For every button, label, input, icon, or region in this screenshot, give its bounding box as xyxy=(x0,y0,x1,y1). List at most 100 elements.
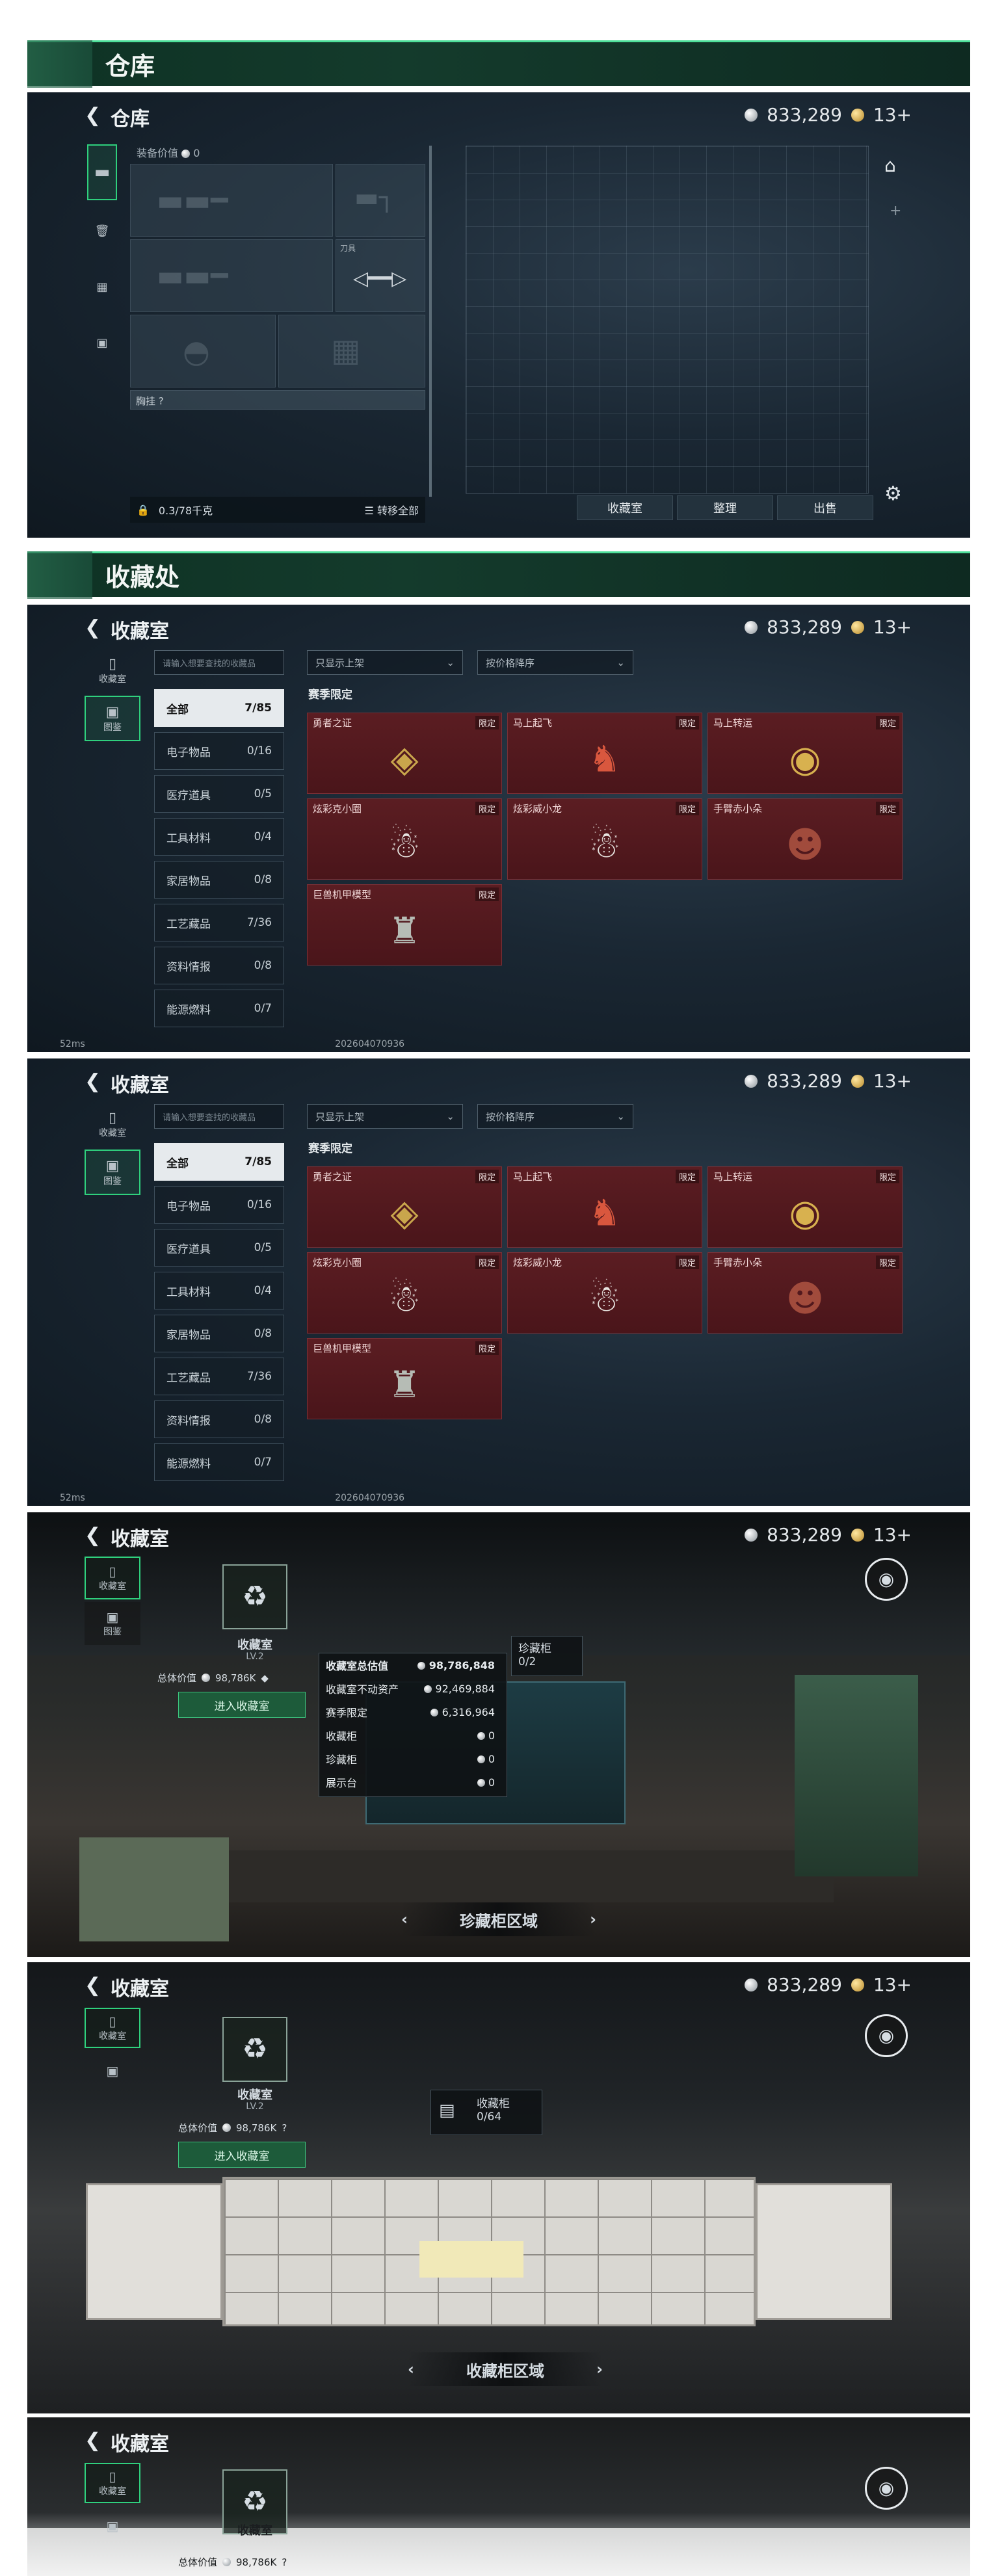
side-tab-catalog[interactable]: ▣ 图鉴 xyxy=(85,1602,140,1645)
item-card[interactable]: 巨兽机甲模型 限定 ♜ xyxy=(307,1338,502,1419)
sort-select[interactable]: 按价格降序 ⌄ xyxy=(477,650,633,675)
knife-slot[interactable]: 刀具 ◁━━▷ xyxy=(336,239,425,312)
secondary-weapon-slot[interactable]: ▬▬━ xyxy=(130,239,333,312)
section-header-warehouse: 仓库 xyxy=(27,40,970,88)
badge-icon: ◈ xyxy=(390,738,419,781)
cabinet-tooltip[interactable]: ▤ 收藏柜 0/64 xyxy=(430,2090,542,2135)
tab-bag[interactable]: ▣ xyxy=(87,315,117,371)
category-crafts[interactable]: 工艺藏品 7/36 xyxy=(154,1358,284,1395)
side-tab-catalog[interactable]: ▣ xyxy=(85,2051,140,2091)
category-count: 0/8 xyxy=(254,959,272,972)
category-energy[interactable]: 能源燃料 0/7 xyxy=(154,1443,284,1481)
filter-select-listed[interactable]: 只显示上架 ⌄ xyxy=(307,650,463,675)
category-all[interactable]: 全部 7/85 xyxy=(154,1143,284,1181)
diamond-icon[interactable]: ◆ xyxy=(261,1672,269,1684)
help-icon[interactable]: ? xyxy=(282,2122,287,2134)
category-all[interactable]: 全部 7/85 xyxy=(154,689,284,727)
item-card[interactable]: 勇者之证 限定 ◈ xyxy=(307,1166,502,1248)
tab-organize[interactable]: 整理 xyxy=(677,495,773,520)
item-card[interactable]: 巨兽机甲模型 限定 ♜ xyxy=(307,884,502,966)
tab-vest[interactable]: ▦ xyxy=(87,259,117,315)
chevron-right-icon[interactable]: › xyxy=(596,2360,603,2378)
enter-room-button[interactable]: 进入收藏室 xyxy=(178,1692,306,1718)
view-toggle-icon[interactable]: ◉ xyxy=(865,2014,908,2057)
help-icon[interactable]: ? xyxy=(282,2556,287,2568)
armor-slot[interactable]: ▦ xyxy=(278,315,425,388)
enter-room-button[interactable]: 进入收藏室 xyxy=(178,2142,306,2168)
collection-wall[interactable] xyxy=(222,2177,756,2326)
total-value-label: 总体价值 xyxy=(178,2122,218,2134)
item-card[interactable]: 炫彩克小圈 限定 ☃ xyxy=(307,798,502,880)
category-tools[interactable]: 工具材料 0/4 xyxy=(154,818,284,856)
item-card[interactable]: 手臂赤小朵 限定 ☻ xyxy=(707,798,903,880)
side-tab-room[interactable]: ▯ 收藏室 xyxy=(85,1101,140,1147)
item-card[interactable]: 炫彩克小圈 限定 ☃ xyxy=(307,1252,502,1334)
category-household[interactable]: 家居物品 0/8 xyxy=(154,861,284,899)
chest-rig-slot[interactable]: 胸挂 ? xyxy=(130,390,425,410)
item-card[interactable]: 炫彩威小龙 限定 ☃ xyxy=(507,1252,702,1334)
category-tools[interactable]: 工具材料 0/4 xyxy=(154,1272,284,1309)
safe-icon[interactable]: ⌂ xyxy=(884,155,896,176)
category-electronics[interactable]: 电子物品 0/16 xyxy=(154,1186,284,1224)
side-tab-catalog[interactable]: ▣ xyxy=(85,2506,140,2546)
pistol-slot[interactable]: ▬┐ xyxy=(336,164,425,237)
item-card[interactable]: 马上起飞 限定 ♞ xyxy=(507,1166,702,1248)
item-card[interactable]: 炫彩威小龙 限定 ☃ xyxy=(507,798,702,880)
side-tab-room[interactable]: ▯ 收藏室 xyxy=(85,2463,140,2503)
side-tab-catalog[interactable]: ▣ 图鉴 xyxy=(85,696,140,741)
item-card[interactable]: 马上转运 限定 ◉ xyxy=(707,713,903,794)
back-icon[interactable]: ❮ xyxy=(85,1524,101,1547)
sort-select[interactable]: 按价格降序 ⌄ xyxy=(477,1104,633,1129)
view-toggle-icon[interactable]: ◉ xyxy=(865,2467,908,2510)
chevron-left-icon[interactable]: ‹ xyxy=(408,2360,414,2378)
item-card[interactable]: 马上起飞 限定 ♞ xyxy=(507,713,702,794)
back-icon[interactable]: ❮ xyxy=(85,104,101,127)
back-icon[interactable]: ❮ xyxy=(85,616,101,639)
silver-amount: 833,289 xyxy=(767,616,842,638)
storage-grid[interactable] xyxy=(466,146,869,493)
chevron-right-icon[interactable]: › xyxy=(590,1910,596,1928)
room-label: 收藏室 xyxy=(237,2088,272,2102)
gold-amount: 13+ xyxy=(873,1974,912,1995)
tab-collection-room[interactable]: 收藏室 xyxy=(577,495,673,520)
back-icon[interactable]: ❮ xyxy=(85,2429,101,2452)
category-medical[interactable]: 医疗道具 0/5 xyxy=(154,1229,284,1267)
chevron-left-icon[interactable]: ‹ xyxy=(401,1910,408,1928)
page-title: 收藏室 xyxy=(111,1528,169,1551)
tab-weapons[interactable]: ▬ xyxy=(87,144,117,200)
chest-help-icon[interactable]: ? xyxy=(159,395,164,407)
transfer-all-button[interactable]: ☰ 转移全部 xyxy=(365,502,419,518)
scrollbar[interactable] xyxy=(429,146,432,497)
filter-select-listed[interactable]: 只显示上架 ⌄ xyxy=(307,1104,463,1129)
category-intel[interactable]: 资料情报 0/8 xyxy=(154,1400,284,1438)
primary-weapon-slot[interactable]: ▬▬━ xyxy=(130,164,333,237)
search-input[interactable]: 请输入想要查找的收藏品 xyxy=(154,650,284,675)
stats-popover: 收藏室总估值 98,786,848 收藏室不动资产 92,469,884 赛季限… xyxy=(319,1653,507,1797)
category-intel[interactable]: 资料情报 0/8 xyxy=(154,947,284,984)
category-household[interactable]: 家居物品 0/8 xyxy=(154,1315,284,1352)
category-medical[interactable]: 医疗道具 0/5 xyxy=(154,775,284,813)
helmet-slot[interactable]: ◓ xyxy=(130,315,276,388)
view-toggle-icon[interactable]: ◉ xyxy=(865,1558,908,1601)
search-input[interactable]: 请输入想要查找的收藏品 xyxy=(154,1104,284,1129)
side-tab-room[interactable]: ▯ 收藏室 xyxy=(85,2008,140,2048)
category-crafts[interactable]: 工艺藏品 7/36 xyxy=(154,904,284,941)
cabinet-tooltip[interactable]: 珍藏柜 0/2 xyxy=(511,1636,583,1676)
back-icon[interactable]: ❮ xyxy=(85,1070,101,1093)
side-tab-room[interactable]: ▯ 收藏室 xyxy=(85,648,140,693)
category-electronics[interactable]: 电子物品 0/16 xyxy=(154,732,284,770)
back-icon[interactable]: ❮ xyxy=(85,1974,101,1997)
tab-trash[interactable]: 🗑 xyxy=(87,203,117,259)
item-card[interactable]: 手臂赤小朵 限定 ☻ xyxy=(707,1252,903,1334)
tab-sell[interactable]: 出售 xyxy=(777,495,873,520)
gear-icon[interactable]: ⚙ xyxy=(884,482,902,505)
silver-amount: 833,289 xyxy=(767,104,842,125)
side-tab-room[interactable]: ▯ 收藏室 xyxy=(85,1557,140,1599)
item-tag: 限定 xyxy=(475,1170,499,1183)
item-card[interactable]: 勇者之证 限定 ◈ xyxy=(307,713,502,794)
side-tab-catalog[interactable]: ▣ 图鉴 xyxy=(85,1150,140,1195)
item-card[interactable]: 马上转运 限定 ◉ xyxy=(707,1166,903,1248)
expand-icon[interactable]: + xyxy=(890,203,901,219)
side-tab-label: 图鉴 xyxy=(103,1176,122,1187)
category-energy[interactable]: 能源燃料 0/7 xyxy=(154,990,284,1027)
